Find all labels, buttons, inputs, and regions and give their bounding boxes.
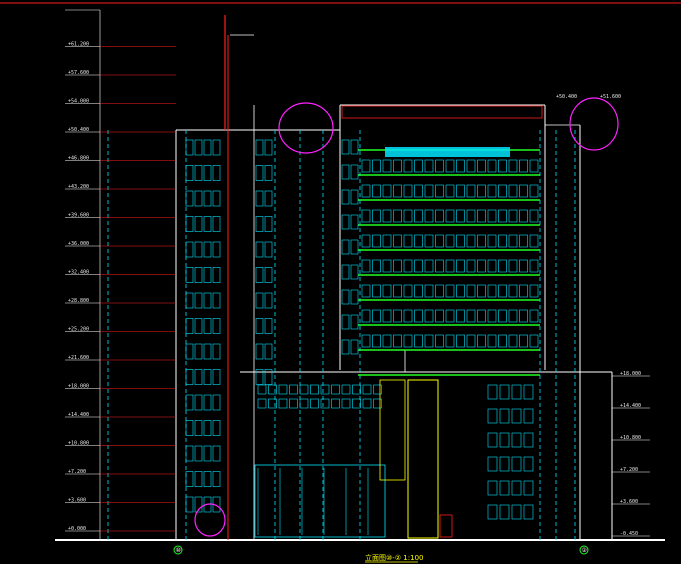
axis-right-label: ② [582, 547, 588, 554]
elevation-drawing: +0.000+3.600+7.200+10.800+14.400+18.000+… [0, 0, 681, 564]
drawing-title: 立面图⑩-② 1:100 [365, 553, 423, 562]
roof-label: +51.600 [600, 94, 621, 100]
slab-top-glazing [385, 147, 510, 157]
axis-left-label: ⑩ [176, 547, 181, 554]
roof-label: +50.400 [556, 94, 577, 100]
